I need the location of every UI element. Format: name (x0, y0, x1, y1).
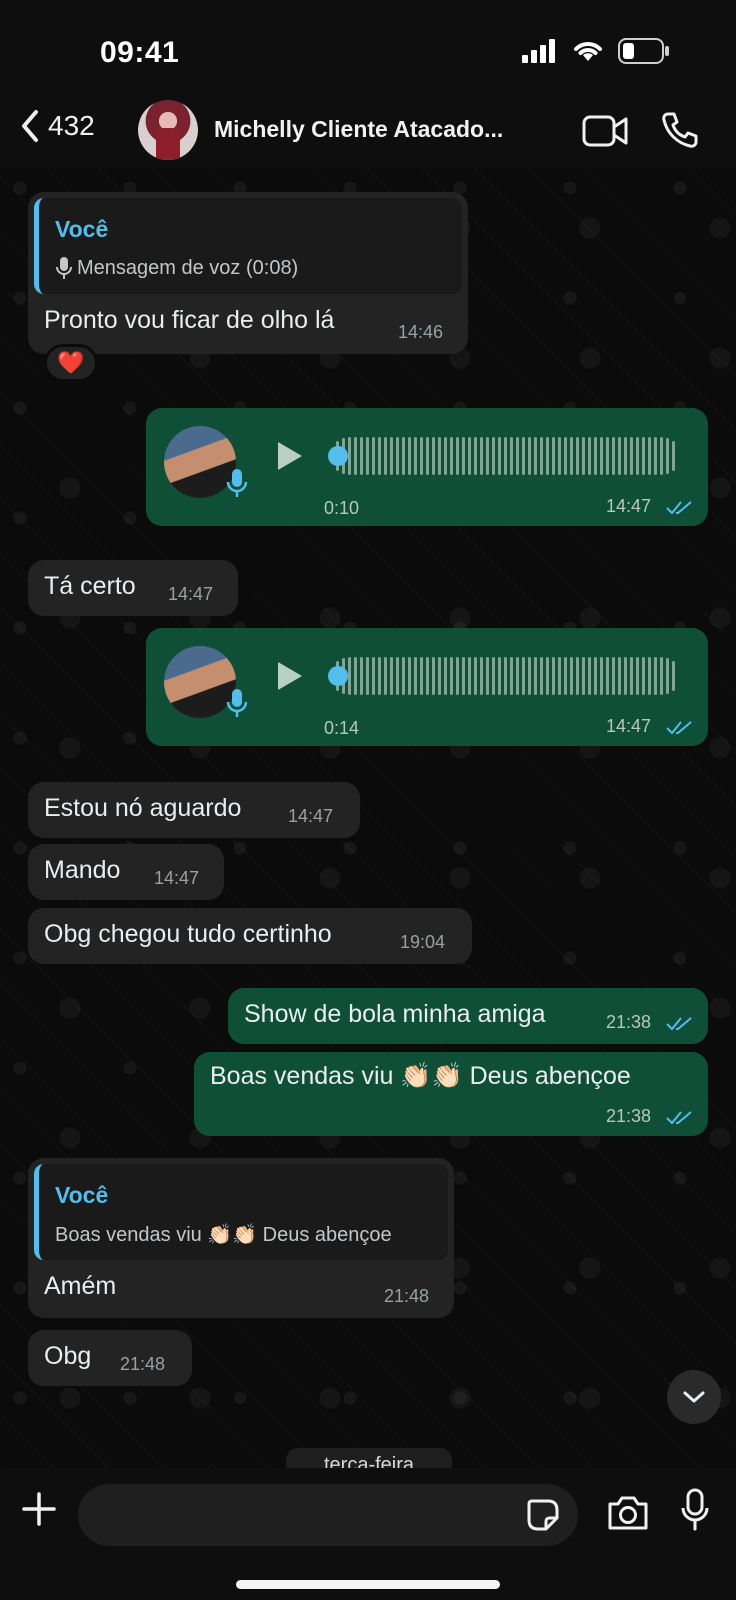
chat-header: 432 Michelly Cliente Atacado... (0, 96, 736, 168)
message-time: 14:47 (606, 716, 652, 736)
back-chevron-icon (22, 110, 38, 142)
message-time: 21:48 (120, 1354, 166, 1374)
contact-avatar[interactable] (138, 100, 198, 160)
message-text: Show de bola minha amiga (244, 1000, 546, 1028)
message-text: Boas vendas viu 👏🏻👏🏻 Deus abençoe (210, 1062, 631, 1090)
quote-author: Você (55, 1182, 109, 1208)
message-text: Tá certo (44, 572, 136, 600)
message-time: 14:47 (606, 496, 652, 516)
message-composer (0, 1468, 736, 1600)
contact-name[interactable]: Michelly Cliente Atacado... (214, 116, 503, 143)
sticker-icon[interactable] (526, 1498, 560, 1532)
quote-text: Boas vendas viu 👏🏻👏🏻 Deus abençoe (55, 1224, 392, 1246)
play-icon[interactable] (278, 662, 302, 690)
microphone-icon (226, 689, 248, 717)
quote-text-label: Mensagem de voz (0:08) (77, 256, 299, 279)
message-bubble-incoming[interactable]: Mando 14:47 (28, 844, 224, 900)
message-time: 14:46 (398, 322, 444, 342)
status-time: 09:41 (100, 36, 180, 69)
quote-author: Você (55, 216, 109, 242)
quote-text: Mensagem de voz (0:08) (55, 256, 298, 280)
camera-icon[interactable] (606, 1494, 650, 1532)
back-button[interactable]: 432 (18, 108, 95, 144)
unread-count: 432 (48, 110, 95, 141)
message-time: 21:38 (606, 1106, 652, 1126)
double-check-icon (666, 721, 692, 735)
video-call-icon[interactable] (582, 114, 628, 148)
cellular-signal-icon (522, 39, 555, 63)
quoted-message[interactable]: Você Mensagem de voz (0:08) (34, 198, 462, 294)
message-bubble-incoming[interactable]: Você Boas vendas viu 👏🏻👏🏻 Deus abençoe A… (28, 1158, 454, 1318)
wifi-icon (574, 42, 602, 61)
message-bubble-incoming[interactable]: Estou nó aguardo 14:47 (28, 782, 360, 838)
message-bubble-incoming[interactable]: Você Mensagem de voz (0:08) Pronto vou f… (28, 192, 468, 354)
message-time: 14:47 (168, 584, 214, 604)
message-input[interactable] (78, 1484, 578, 1546)
playback-position[interactable] (328, 446, 348, 466)
microphone-icon (226, 469, 248, 497)
playback-position[interactable] (328, 666, 348, 686)
message-text: Obg (44, 1342, 92, 1370)
message-time: 14:47 (154, 868, 200, 888)
message-bubble-outgoing[interactable]: Boas vendas viu 👏🏻👏🏻 Deus abençoe 21:38 (194, 1052, 708, 1136)
message-bubble-incoming[interactable]: Obg 21:48 (28, 1330, 192, 1386)
message-text: Amém (44, 1272, 117, 1300)
message-text: Obg chegou tudo certinho (44, 920, 332, 948)
quoted-message[interactable]: Você Boas vendas viu 👏🏻👏🏻 Deus abençoe (34, 1164, 448, 1260)
message-time: 19:04 (400, 932, 446, 952)
message-time: 14:47 (288, 806, 334, 826)
microphone-icon (56, 257, 72, 279)
double-check-icon (666, 1017, 692, 1031)
voice-duration: 0:14 (324, 718, 360, 738)
microphone-icon[interactable] (680, 1488, 710, 1532)
voice-waveform[interactable] (336, 436, 675, 476)
phone-call-icon[interactable] (660, 110, 700, 150)
message-bubble-outgoing[interactable]: Show de bola minha amiga 21:38 (228, 988, 708, 1044)
scroll-to-bottom-button[interactable] (667, 1370, 721, 1424)
voice-duration: 0:10 (324, 498, 360, 518)
message-bubble-incoming[interactable]: Obg chegou tudo certinho 19:04 (28, 908, 472, 964)
message-text: Pronto vou ficar de olho lá (44, 306, 335, 334)
message-text: Estou nó aguardo (44, 794, 242, 822)
voice-message-outgoing[interactable]: 0:14 14:47 (146, 628, 708, 746)
status-icons (522, 38, 670, 64)
voice-waveform[interactable] (336, 656, 675, 696)
play-icon[interactable] (278, 442, 302, 470)
home-indicator (236, 1580, 500, 1589)
message-time: 21:38 (606, 1012, 652, 1032)
message-time: 21:48 (384, 1286, 430, 1306)
double-check-icon (666, 1111, 692, 1125)
battery-icon (618, 38, 669, 64)
chevron-down-icon (683, 1391, 705, 1403)
message-bubble-incoming[interactable]: Tá certo 14:47 (28, 560, 238, 616)
status-bar: 09:41 (0, 0, 736, 96)
plus-icon[interactable] (20, 1490, 58, 1528)
message-text: Mando (44, 856, 121, 884)
voice-message-outgoing[interactable]: 0:10 14:47 (146, 408, 708, 526)
chat-area[interactable]: Você Mensagem de voz (0:08) Pronto vou f… (0, 168, 736, 1468)
double-check-icon (666, 501, 692, 515)
reaction-badge[interactable]: ❤️ (44, 344, 98, 382)
